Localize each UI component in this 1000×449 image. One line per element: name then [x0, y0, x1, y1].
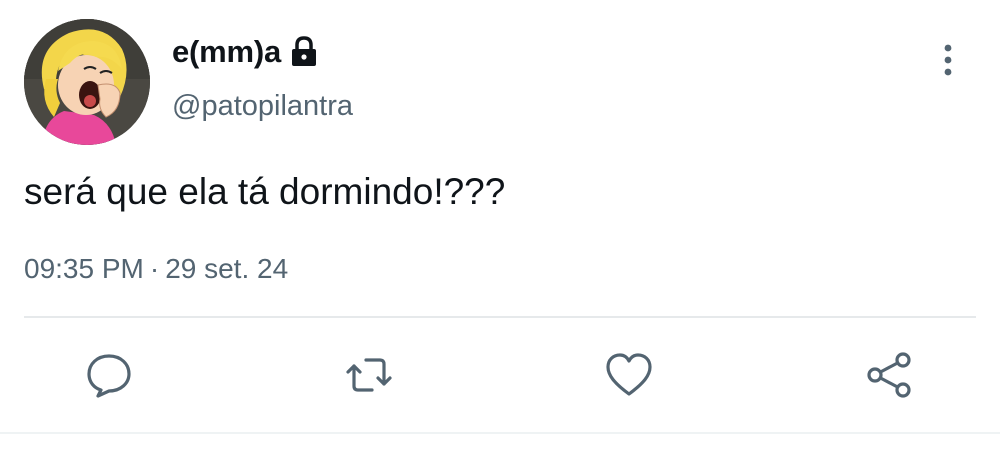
author-handle[interactable]: @patopilantra [172, 86, 353, 126]
divider [24, 316, 976, 318]
tweet-meta: 09:35 PM · 29 set. 24 [24, 249, 288, 289]
like-button[interactable] [604, 350, 654, 400]
avatar[interactable] [24, 19, 150, 145]
more-vertical-icon[interactable] [933, 42, 963, 82]
author-name-row: e(mm)a [172, 30, 319, 74]
tweet-date[interactable]: 29 set. 24 [165, 249, 288, 289]
meta-separator: · [149, 253, 160, 284]
display-name[interactable]: e(mm)a [172, 30, 281, 74]
cartoon-girl-avatar-image [24, 19, 150, 145]
reply-button[interactable] [84, 350, 134, 400]
tweet-card: e(mm)a @patopilantra será que ela tá dor… [0, 0, 1000, 449]
tweet-time[interactable]: 09:35 PM [24, 249, 144, 289]
tweet-text: será que ela tá dormindo!??? [24, 171, 506, 212]
share-button[interactable] [865, 350, 915, 400]
retweet-icon [346, 358, 392, 392]
reply-icon [87, 354, 131, 398]
lock-icon [289, 36, 319, 68]
heart-icon [606, 353, 652, 396]
bottom-divider [0, 432, 1000, 434]
retweet-button[interactable] [344, 350, 394, 400]
share-icon [867, 352, 911, 398]
